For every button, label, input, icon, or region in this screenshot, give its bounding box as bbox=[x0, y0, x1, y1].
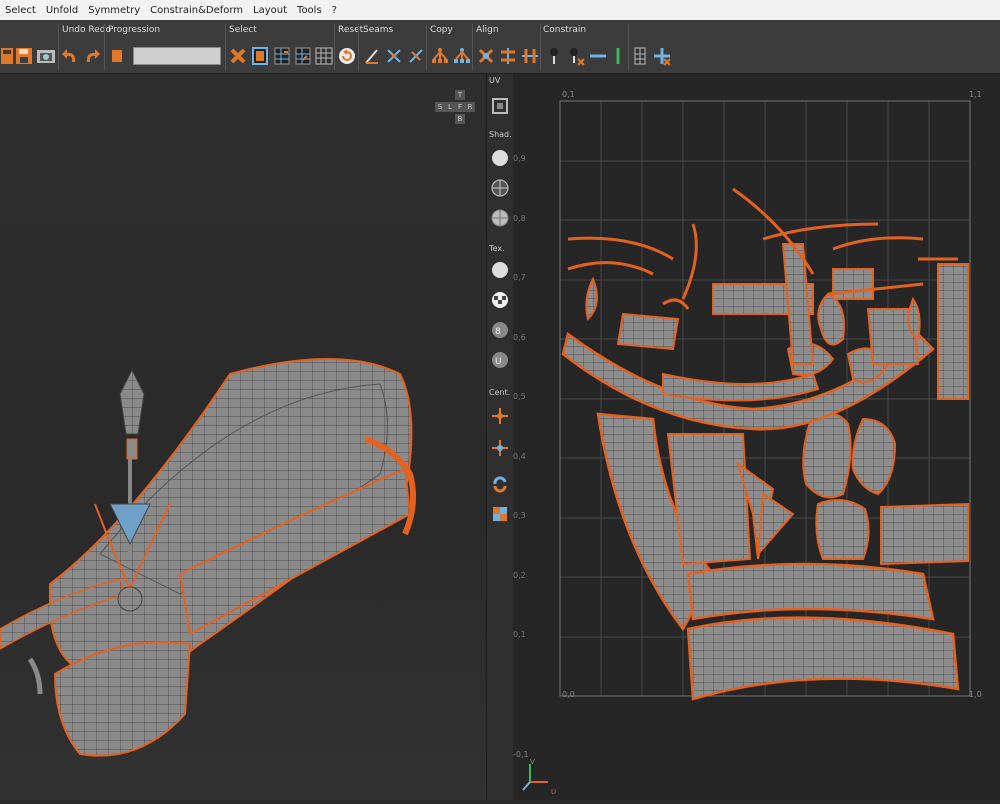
view-cube-top[interactable]: T bbox=[455, 90, 465, 100]
screenshot-icon[interactable] bbox=[34, 44, 58, 68]
uv-y-tick-label: 0,7 bbox=[513, 273, 526, 282]
align-vertical-icon[interactable] bbox=[518, 44, 542, 68]
menu-symmetry[interactable]: Symmetry bbox=[83, 5, 145, 16]
select-group-label: Select bbox=[229, 25, 257, 35]
viewport-3d[interactable] bbox=[0, 74, 486, 800]
menu-constrain-deform[interactable]: Constrain&Deform bbox=[145, 5, 248, 16]
texture-checker-icon[interactable] bbox=[490, 290, 510, 310]
uv-y-tick-label: 0,6 bbox=[513, 332, 526, 342]
texture-uv-icon[interactable]: U bbox=[490, 350, 510, 370]
select-uv-grid-icon[interactable] bbox=[312, 44, 336, 68]
weld-seam-icon[interactable] bbox=[382, 44, 406, 68]
constrain-label: Constrain bbox=[543, 25, 587, 35]
uv-label: UV bbox=[489, 76, 501, 85]
sync-views-icon[interactable] bbox=[490, 474, 510, 494]
menu-select[interactable]: Select bbox=[0, 5, 41, 16]
reset-label: Reset bbox=[338, 25, 364, 35]
view-cube-bottom[interactable]: B bbox=[455, 114, 465, 124]
deselect-icon[interactable] bbox=[226, 44, 250, 68]
select-islands-icon[interactable] bbox=[248, 44, 272, 68]
constrain-grid-icon[interactable] bbox=[628, 44, 652, 68]
view-cube-front[interactable]: F bbox=[455, 102, 465, 112]
axis-u-label: U bbox=[551, 788, 557, 796]
uv-y-tick-label: 0,2 bbox=[513, 570, 526, 580]
axis-v-label: V bbox=[530, 758, 535, 766]
uv-corner-bottom-left: 0,0 bbox=[562, 690, 575, 699]
constrain-vertical-icon[interactable] bbox=[606, 44, 630, 68]
uv-y-tick-label: 0,9 bbox=[513, 154, 526, 163]
shading-wire-icon[interactable] bbox=[490, 178, 510, 198]
uv-viewport[interactable]: 0,1 1,1 0,0 1,0 -0,1 V U 0,9 0,8 0,7 0,6 0,5… bbox=[513, 74, 1000, 800]
pin-icon[interactable] bbox=[542, 44, 566, 68]
svg-text:U: U bbox=[495, 357, 502, 367]
side-panel: UV Shad. Tex. 8 U Cent. bbox=[486, 74, 514, 800]
uv-corner-top-left: 0,1 bbox=[562, 90, 575, 99]
center-all-icon[interactable] bbox=[490, 438, 510, 458]
texture-none-icon[interactable] bbox=[490, 260, 510, 280]
redo-icon[interactable] bbox=[80, 44, 104, 68]
svg-text:8: 8 bbox=[495, 327, 501, 337]
align-horizontal-icon[interactable] bbox=[496, 44, 520, 68]
copy-layout-icon[interactable] bbox=[428, 44, 452, 68]
uv-corner-bottom-right: 1,0 bbox=[969, 690, 982, 699]
uv-y-tick-label: 0,8 bbox=[513, 213, 526, 223]
view-cube-left[interactable]: L bbox=[445, 102, 455, 112]
save-file-icon[interactable] bbox=[12, 44, 36, 68]
uv-frame-icon[interactable] bbox=[490, 96, 510, 116]
shading-both-icon[interactable] bbox=[490, 208, 510, 228]
checker-map-icon[interactable] bbox=[490, 504, 510, 524]
seams-label: Seams bbox=[363, 25, 394, 35]
menu-help[interactable]: ? bbox=[327, 5, 342, 16]
center-selection-icon[interactable] bbox=[490, 406, 510, 426]
unpin-icon[interactable] bbox=[564, 44, 588, 68]
stop-icon[interactable] bbox=[105, 44, 129, 68]
uv-layout bbox=[522, 100, 971, 791]
shading-label: Shad. bbox=[489, 130, 512, 139]
menu-unfold[interactable]: Unfold bbox=[41, 5, 83, 16]
progression-bar bbox=[133, 47, 221, 65]
remove-constrain-icon[interactable] bbox=[650, 44, 674, 68]
texture-numbers-icon[interactable]: 8 bbox=[490, 320, 510, 340]
3d-mesh-model bbox=[0, 358, 417, 757]
cut-seam-icon[interactable] bbox=[360, 44, 384, 68]
uv-corner-top-right: 1,1 bbox=[969, 90, 982, 99]
menu-layout[interactable]: Layout bbox=[248, 5, 292, 16]
undo-icon[interactable] bbox=[58, 44, 82, 68]
reset-icon[interactable] bbox=[335, 44, 359, 68]
texture-label: Tex. bbox=[489, 244, 505, 253]
uv-y-tick-label: 0,4 bbox=[513, 451, 526, 461]
menu-bar: Select Unfold Symmetry Constrain&Deform … bbox=[0, 0, 1000, 21]
view-cube-s[interactable]: S bbox=[435, 102, 445, 112]
menu-tools[interactable]: Tools bbox=[292, 5, 327, 16]
auto-seam-icon[interactable] bbox=[404, 44, 428, 68]
uv-y-tick-label: 0,1 bbox=[513, 630, 526, 639]
center-label: Cent. bbox=[489, 388, 511, 397]
copy-label: Copy bbox=[430, 25, 453, 35]
uv-y-tick-label: 0,3 bbox=[513, 511, 526, 520]
align-label: Align bbox=[476, 25, 499, 35]
progression-label: Progression bbox=[108, 25, 161, 35]
shading-smooth-icon[interactable] bbox=[490, 148, 510, 168]
view-cube-right[interactable]: R bbox=[465, 102, 475, 112]
paste-layout-icon[interactable] bbox=[450, 44, 474, 68]
uv-y-tick-label: 0,5 bbox=[513, 392, 526, 401]
align-center-icon[interactable] bbox=[474, 44, 498, 68]
uv-tick-minus: -0,1 bbox=[513, 750, 529, 759]
